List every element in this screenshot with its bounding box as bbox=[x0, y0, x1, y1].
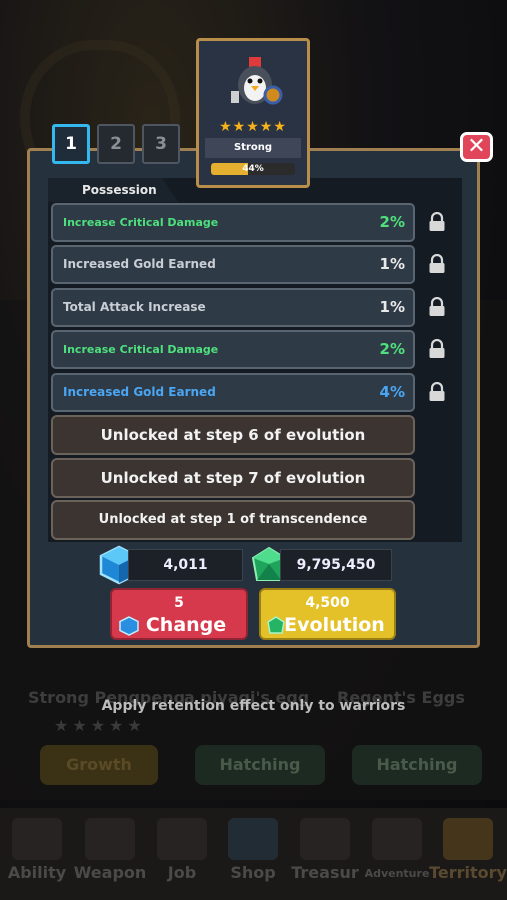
option-label: Increase Critical Damage bbox=[63, 343, 219, 356]
nav-job[interactable]: Job bbox=[147, 808, 217, 900]
tab-3[interactable]: 3 bbox=[142, 124, 180, 164]
adventure-icon bbox=[372, 818, 422, 860]
option-row-5: Increased Gold Earned 4% bbox=[51, 373, 415, 412]
lock-icon[interactable] bbox=[428, 339, 446, 359]
retention-note: Apply retention effect only to warriors bbox=[101, 698, 406, 714]
close-icon: ✕ bbox=[467, 134, 486, 159]
bottom-nav: Ability Weapon Job Shop Treasur Adventur… bbox=[0, 808, 507, 900]
card-progress-text: 44% bbox=[242, 164, 264, 174]
card-stars: ★★★★★ bbox=[219, 119, 287, 135]
penguin-knight-avatar bbox=[231, 57, 283, 105]
lock-icon[interactable] bbox=[428, 382, 446, 402]
evolution-button[interactable]: 4,500 Evolution bbox=[259, 588, 396, 640]
option-row-3: Total Attack Increase 1% bbox=[51, 288, 415, 327]
option-value: 1% bbox=[379, 255, 405, 273]
option-value: 2% bbox=[379, 213, 405, 231]
option-row-4: Increase Critical Damage 2% bbox=[51, 330, 415, 369]
nav-label: Adventure bbox=[364, 867, 430, 880]
card-name: Strong Pengpeng bbox=[205, 138, 301, 173]
nav-territory[interactable]: Territory bbox=[429, 808, 507, 900]
option-value: 4% bbox=[379, 383, 405, 401]
close-button[interactable]: ✕ bbox=[460, 132, 493, 162]
option-row-2: Increased Gold Earned 1% bbox=[51, 245, 415, 284]
bg-hatching-button-1: Hatching bbox=[195, 745, 325, 785]
shop-icon bbox=[228, 818, 278, 860]
blue-cube-count: 4,011 bbox=[128, 549, 243, 581]
nav-weapon[interactable]: Weapon bbox=[74, 808, 146, 900]
nav-label: Ability bbox=[7, 863, 67, 882]
change-cost: 5 bbox=[174, 595, 184, 611]
unlock-slot-3: Unlocked at step 1 of transcendence bbox=[51, 500, 415, 540]
nav-shop[interactable]: Shop bbox=[218, 808, 288, 900]
unlock-slot-2: Unlocked at step 7 of evolution bbox=[51, 458, 415, 498]
tab-2[interactable]: 2 bbox=[97, 124, 135, 164]
nav-label: Shop bbox=[230, 863, 276, 882]
change-button[interactable]: 5 Change bbox=[110, 588, 248, 640]
change-label: Change bbox=[145, 614, 227, 636]
lock-icon[interactable] bbox=[428, 297, 446, 317]
bg-hatching-button-2: Hatching bbox=[352, 745, 482, 785]
nav-label: Treasur bbox=[291, 863, 359, 882]
nav-label: Weapon bbox=[73, 863, 147, 882]
unlock-slot-1: Unlocked at step 6 of evolution bbox=[51, 415, 415, 455]
bg-stars: ★★★★★ bbox=[54, 716, 146, 735]
evolution-cost: 4,500 bbox=[305, 595, 350, 611]
card-progress-bar: 44% bbox=[211, 163, 295, 175]
nav-adventure[interactable]: Adventure bbox=[362, 808, 432, 900]
option-label: Increase Critical Damage bbox=[63, 216, 219, 229]
evolution-label: Evolution bbox=[284, 614, 385, 636]
option-value: 2% bbox=[379, 340, 405, 358]
nav-ability[interactable]: Ability bbox=[2, 808, 72, 900]
nav-label: Territory bbox=[429, 863, 507, 882]
territory-icon bbox=[443, 818, 493, 860]
weapon-icon bbox=[85, 818, 135, 860]
treasure-icon bbox=[300, 818, 350, 860]
ability-icon bbox=[12, 818, 62, 860]
lock-icon[interactable] bbox=[428, 212, 446, 232]
character-card: ★★★★★ Strong Pengpeng 44% bbox=[196, 38, 310, 188]
nav-label: Job bbox=[167, 863, 197, 882]
option-label: Total Attack Increase bbox=[63, 300, 206, 314]
nav-treasure[interactable]: Treasur bbox=[290, 808, 360, 900]
bg-growth-button: Growth bbox=[40, 745, 158, 785]
option-row-1: Increase Critical Damage 2% bbox=[51, 203, 415, 242]
option-label: Increased Gold Earned bbox=[63, 257, 216, 271]
possession-tab-label: Possession bbox=[48, 178, 178, 202]
option-label: Increased Gold Earned bbox=[63, 385, 216, 399]
lock-icon[interactable] bbox=[428, 254, 446, 274]
green-gem-count: 9,795,450 bbox=[280, 549, 392, 581]
job-icon bbox=[157, 818, 207, 860]
tab-1[interactable]: 1 bbox=[52, 124, 90, 164]
option-value: 1% bbox=[379, 298, 405, 316]
